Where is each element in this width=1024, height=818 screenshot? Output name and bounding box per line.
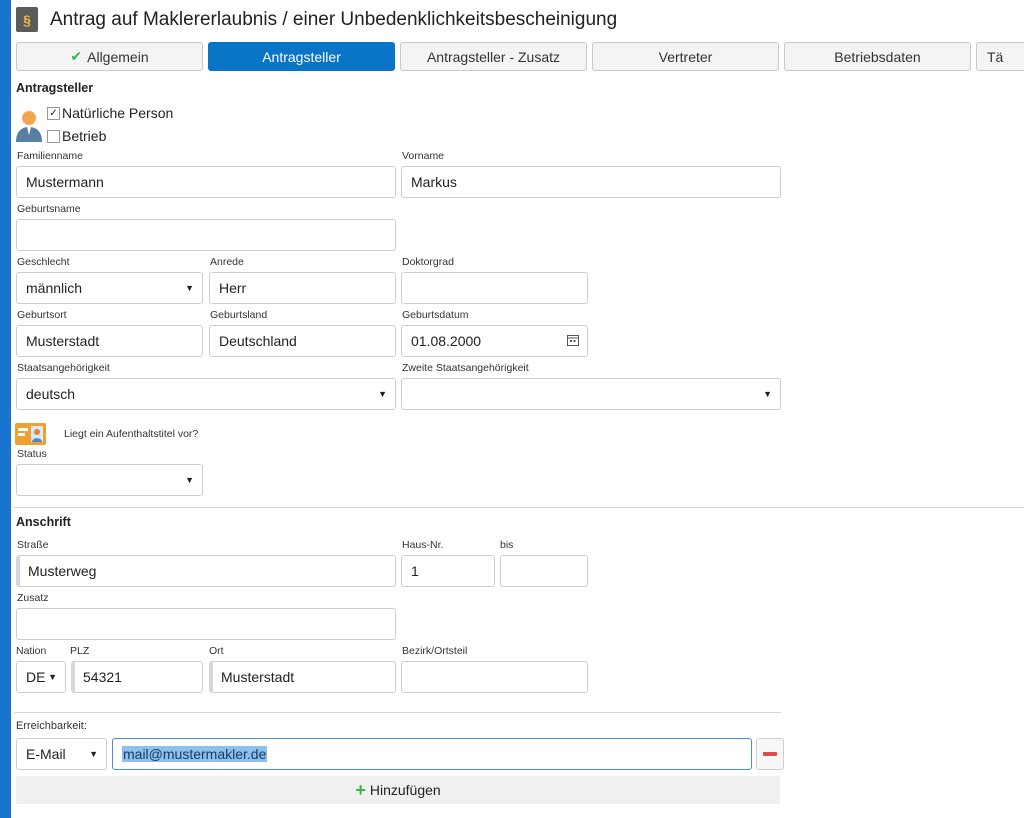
add-contact-label: Hinzufügen — [369, 782, 441, 798]
lastname-label: Familienname — [17, 150, 83, 162]
section-heading-anschrift: Anschrift — [16, 515, 71, 529]
chevron-down-icon: ▼ — [185, 283, 194, 293]
doctor-label: Doktorgrad — [402, 256, 454, 268]
birthplace-input[interactable]: Musterstadt — [16, 325, 203, 357]
gender-value: männlich — [26, 280, 83, 296]
contact-type-select[interactable]: E-Mail ▼ — [16, 738, 107, 770]
business-checkbox[interactable] — [47, 130, 60, 143]
birthdate-picker[interactable]: 01.08.2000 — [401, 325, 588, 357]
tab-label: Tä — [987, 48, 1004, 65]
city-input[interactable]: Musterstadt — [209, 661, 396, 693]
section-heading-antragsteller: Antragsteller — [16, 81, 94, 95]
left-accent-bar — [0, 0, 11, 818]
chevron-down-icon: ▼ — [89, 749, 98, 759]
tab-label: Antragsteller — [262, 48, 341, 65]
firstname-label: Vorname — [402, 150, 445, 162]
street-label: Straße — [17, 539, 49, 551]
lastname-input[interactable]: Mustermann — [16, 166, 396, 198]
nation-select[interactable]: DE ▼ — [16, 661, 66, 693]
tab-label: Antragsteller - Zusatz — [426, 48, 561, 65]
birthcountry-label: Geburtsland — [210, 309, 268, 321]
birthdate-value: 01.08.2000 — [411, 333, 482, 349]
section-divider — [14, 712, 781, 713]
residence-permit-hint: Liegt ein Aufenthaltstitel vor? — [64, 428, 199, 440]
second-nationality-select[interactable]: ▼ — [401, 378, 781, 410]
houseno-to-label: bis — [500, 539, 514, 551]
chevron-down-icon: ▼ — [378, 389, 387, 399]
birthcountry-input[interactable]: Deutschland — [209, 325, 396, 357]
tab-label: Allgemein — [87, 48, 149, 65]
tab-label: Betriebsdaten — [834, 48, 921, 65]
remove-contact-button[interactable] — [756, 738, 784, 770]
birthplace-label: Geburtsort — [17, 309, 67, 321]
add-contact-button[interactable]: + Hinzufügen — [16, 776, 780, 804]
tab-antragsteller-zusatz[interactable]: Antragsteller - Zusatz — [400, 42, 587, 71]
chevron-down-icon: ▼ — [48, 672, 57, 682]
houseno-to-input[interactable] — [500, 555, 588, 587]
contact-type-value: E-Mail — [26, 746, 66, 762]
window-title: Antrag auf Maklererlaubnis / einer Unbed… — [50, 9, 618, 30]
firstname-input[interactable]: Markus — [401, 166, 781, 198]
houseno-label: Haus-Nr. — [402, 539, 444, 551]
nation-label: Nation — [16, 645, 47, 657]
district-input[interactable] — [401, 661, 588, 693]
street-input[interactable]: Musterweg — [16, 555, 396, 587]
contact-value-input[interactable]: mail@mustermakler.de — [112, 738, 752, 770]
section-divider — [14, 507, 1024, 508]
nationality-label: Staatsangehörigkeit — [17, 362, 110, 374]
tab-betriebsdaten[interactable]: Betriebsdaten — [784, 42, 971, 71]
zip-input[interactable]: 54321 — [71, 661, 203, 693]
contact-value-selected-text: mail@mustermakler.de — [122, 746, 268, 762]
paragraph-book-icon: § — [16, 7, 38, 32]
business-label: Betrieb — [62, 128, 107, 144]
nationality-value: deutsch — [26, 386, 76, 402]
zip-label: PLZ — [70, 645, 90, 657]
tab-antragsteller[interactable]: Antragsteller — [208, 42, 395, 71]
calendar-icon[interactable] — [567, 333, 579, 349]
status-select[interactable]: ▼ — [16, 464, 203, 496]
gender-label: Geschlecht — [17, 256, 70, 268]
salutation-input[interactable]: Herr — [209, 272, 396, 304]
doctor-input[interactable] — [401, 272, 588, 304]
houseno-input[interactable]: 1 — [401, 555, 495, 587]
tab-label: Vertreter — [658, 48, 713, 65]
salutation-label: Anrede — [210, 256, 244, 268]
nationality-select[interactable]: deutsch ▼ — [16, 378, 396, 410]
birthdate-label: Geburtsdatum — [402, 309, 469, 321]
tab-vertreter[interactable]: Vertreter — [592, 42, 779, 71]
status-label: Status — [17, 448, 47, 460]
birthname-label: Geburtsname — [17, 203, 81, 215]
gender-select[interactable]: männlich ▼ — [16, 272, 203, 304]
city-label: Ort — [209, 645, 224, 657]
natural-person-checkbox[interactable]: ✓ — [47, 107, 60, 120]
contact-heading: Erreichbarkeit: — [16, 720, 87, 732]
tab-taetigkeit[interactable]: Tä — [976, 42, 1024, 71]
tab-allgemein[interactable]: ✔ Allgemein — [16, 42, 203, 71]
birthname-input[interactable] — [16, 219, 396, 251]
residence-card-icon — [15, 423, 46, 445]
extra-input[interactable] — [16, 608, 396, 640]
district-label: Bezirk/Ortsteil — [402, 645, 468, 657]
minus-icon — [763, 752, 777, 756]
nation-value: DE — [26, 669, 46, 685]
natural-person-label: Natürliche Person — [62, 105, 174, 121]
extra-label: Zusatz — [17, 592, 49, 604]
checkmark-icon: ✔ — [70, 48, 83, 64]
person-icon — [14, 109, 44, 143]
second-nationality-label: Zweite Staatsangehörigkeit — [402, 362, 529, 374]
plus-icon: + — [355, 779, 366, 800]
chevron-down-icon: ▼ — [763, 389, 772, 399]
chevron-down-icon: ▼ — [185, 475, 194, 485]
